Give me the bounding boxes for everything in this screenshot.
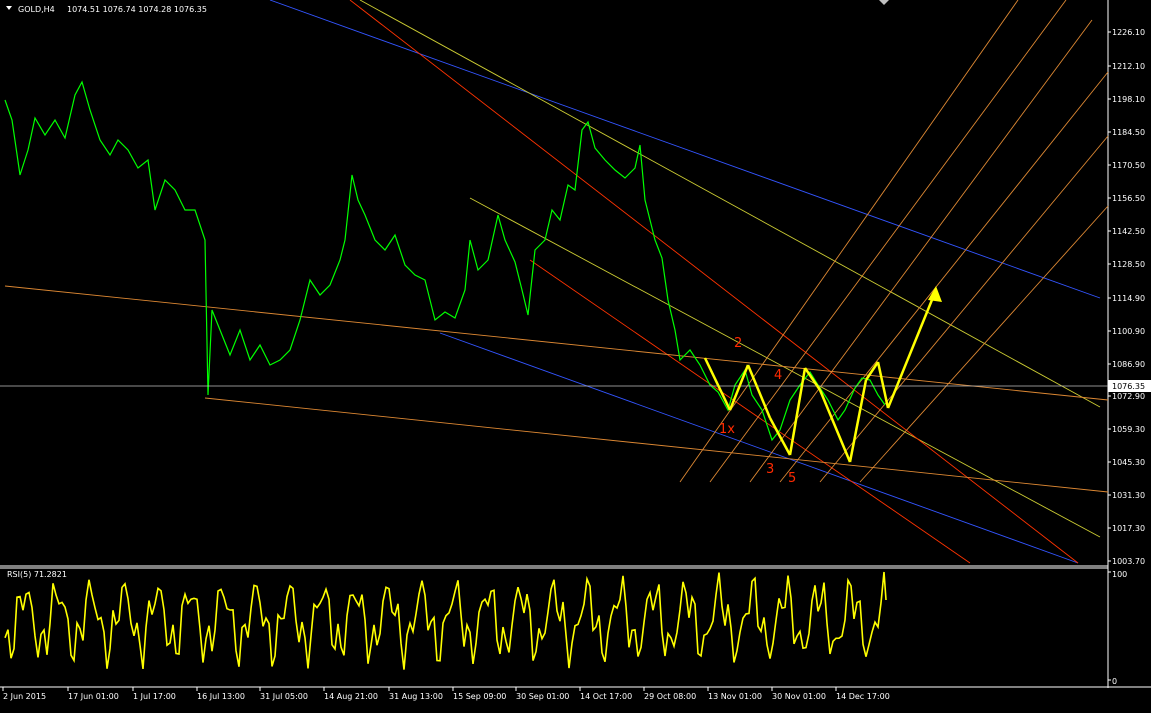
price-tick-label: 1226.10 xyxy=(1112,28,1145,37)
trendline[interactable] xyxy=(749,19,1093,483)
trendline[interactable] xyxy=(359,0,1101,408)
trendline[interactable] xyxy=(204,397,1109,493)
trendline[interactable] xyxy=(269,0,1101,299)
wave-label-4: 4 xyxy=(774,368,782,383)
trendline[interactable] xyxy=(349,0,1079,564)
trendline[interactable] xyxy=(859,205,1109,483)
time-tick-label: 1 Jul 17:00 xyxy=(133,692,176,701)
wave-arrow-segment[interactable] xyxy=(864,361,880,381)
price-tick-label: 1059.30 xyxy=(1112,425,1145,434)
trendline-objects[interactable] xyxy=(4,0,1109,564)
time-tick-label: 14 Aug 21:00 xyxy=(324,692,378,701)
chart-window[interactable]: 1x 2 3 4 5 GOLD,H4 1074.51 1076.74 1074.… xyxy=(0,0,1151,709)
time-tick-label: 15 Sep 09:00 xyxy=(453,692,506,701)
price-tick-label: 1086.90 xyxy=(1112,360,1145,369)
wave-arrow-segment[interactable] xyxy=(703,357,732,411)
ohlc-values: 1074.51 1076.74 1074.28 1076.35 xyxy=(67,5,207,14)
price-axis: 1226.10 1212.10 1198.10 1184.50 1170.50 1156.… xyxy=(1108,28,1145,566)
trendline[interactable] xyxy=(779,71,1109,483)
symbol-label: GOLD,H4 xyxy=(18,5,55,14)
wave-label-3: 3 xyxy=(766,462,774,477)
price-tick-label: 1170.50 xyxy=(1112,161,1145,170)
current-price-label: 1076.35 xyxy=(1112,382,1145,391)
wave-label-1x: 1x xyxy=(719,422,735,437)
trendline[interactable] xyxy=(469,197,1101,538)
price-tick-label: 1128.50 xyxy=(1112,260,1145,269)
rsi-label: RSI(5) 71.2821 xyxy=(7,570,67,579)
price-tick-label: 1100.90 xyxy=(1112,327,1145,336)
time-tick-label: 30 Sep 01:00 xyxy=(516,692,569,701)
symbol-menu-triangle-icon[interactable] xyxy=(6,6,12,10)
wave-arrow-segment[interactable] xyxy=(788,367,807,456)
chart-shift-marker-icon[interactable] xyxy=(879,0,889,5)
trendline[interactable] xyxy=(709,0,1067,483)
wave-arrow-segment[interactable] xyxy=(728,364,750,411)
trendline[interactable] xyxy=(819,135,1109,483)
time-tick-label: 14 Oct 17:00 xyxy=(580,692,632,701)
price-tick-label: 1031.30 xyxy=(1112,491,1145,500)
price-tick-label: 1142.50 xyxy=(1112,227,1145,236)
time-tick-label: 13 Nov 01:00 xyxy=(708,692,762,701)
time-tick-label: 14 Dec 17:00 xyxy=(836,692,890,701)
wave-arrows[interactable] xyxy=(703,286,942,463)
trendline[interactable] xyxy=(529,259,971,564)
price-tick-label: 1114.90 xyxy=(1112,294,1145,303)
time-tick-label: 31 Aug 13:00 xyxy=(389,692,443,701)
time-tick-label: 2 Jun 2015 xyxy=(3,692,46,701)
rsi-line-series xyxy=(4,571,887,670)
rsi-axis-bottom: 0 xyxy=(1112,677,1117,686)
price-tick-label: 1198.10 xyxy=(1112,95,1145,104)
wave-label-2: 2 xyxy=(734,336,742,351)
rsi-axis-top: 100 xyxy=(1112,570,1127,579)
price-tick-label: 1212.10 xyxy=(1112,62,1145,71)
wave-label-5: 5 xyxy=(788,471,796,486)
price-tick-label: 1072.90 xyxy=(1112,392,1145,401)
price-tick-label: 1017.30 xyxy=(1112,524,1145,533)
wave-arrow-segment[interactable] xyxy=(886,289,938,409)
time-tick-label: 31 Jul 05:00 xyxy=(260,692,308,701)
time-tick-label: 16 Jul 13:00 xyxy=(197,692,245,701)
trendline[interactable] xyxy=(4,285,1109,401)
time-axis: 2 Jun 2015 17 Jun 01:00 1 Jul 17:00 16 Jul … xyxy=(2,687,890,701)
trendline[interactable] xyxy=(439,332,1079,564)
price-tick-label: 1156.50 xyxy=(1112,194,1145,203)
chart-canvas[interactable]: 1x 2 3 4 5 GOLD,H4 1074.51 1076.74 1074.… xyxy=(0,0,1151,709)
price-tick-label: 1184.50 xyxy=(1112,128,1145,137)
price-tick-label: 1045.30 xyxy=(1112,458,1145,467)
price-tick-label: 1003.70 xyxy=(1112,557,1145,566)
time-tick-label: 30 Nov 01:00 xyxy=(772,692,826,701)
time-tick-label: 17 Jun 01:00 xyxy=(68,692,119,701)
time-tick-label: 29 Oct 08:00 xyxy=(644,692,696,701)
